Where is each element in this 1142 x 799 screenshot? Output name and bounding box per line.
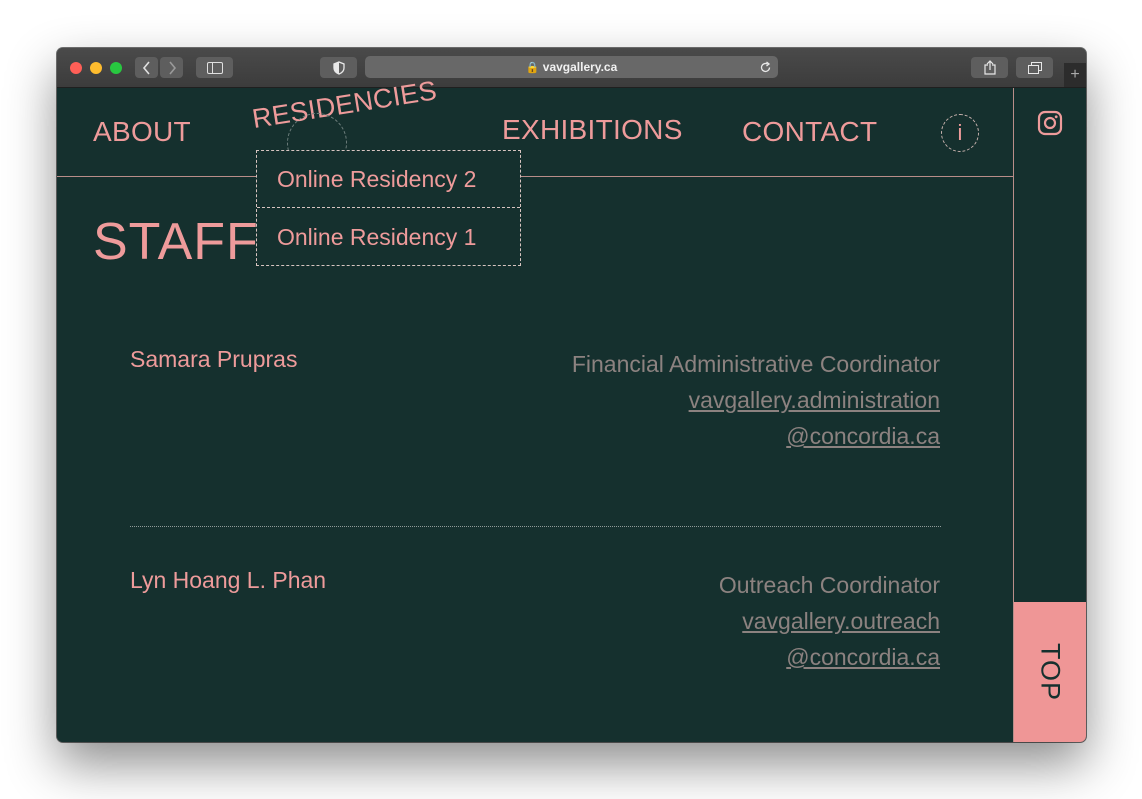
share-icon: [983, 60, 996, 75]
close-window-button[interactable]: [70, 62, 82, 74]
back-button[interactable]: [135, 57, 158, 78]
minimize-window-button[interactable]: [90, 62, 102, 74]
residencies-dropdown: Online Residency 2 Online Residency 1: [256, 150, 521, 266]
browser-titlebar: 🔒 vavgallery.ca +: [57, 48, 1086, 88]
privacy-shield-button[interactable]: [320, 57, 357, 78]
staff-row: Samara Prupras Financial Administrative …: [130, 346, 940, 449]
chevron-left-icon: [142, 61, 150, 75]
staff-email-link-domain[interactable]: @concordia.ca: [719, 639, 940, 675]
dropdown-divider: [257, 207, 520, 208]
staff-role: Financial Administrative Coordinator: [571, 351, 940, 377]
reload-icon[interactable]: [759, 61, 772, 74]
sidebar-toggle-button[interactable]: [196, 57, 233, 78]
new-tab-button[interactable]: +: [1064, 63, 1086, 87]
back-to-top-label: TOP: [1035, 642, 1066, 702]
instagram-icon[interactable]: [1037, 110, 1063, 136]
zoom-window-button[interactable]: [110, 62, 122, 74]
staff-details: Outreach Coordinator vavgallery.outreach…: [719, 567, 940, 675]
chevron-right-icon: [168, 61, 176, 75]
staff-email-link-domain[interactable]: @concordia.ca: [572, 418, 940, 454]
info-icon: i: [957, 120, 963, 145]
tabs-overview-button[interactable]: [1016, 57, 1053, 78]
address-bar[interactable]: 🔒 vavgallery.ca: [365, 56, 778, 78]
url-text: vavgallery.ca: [542, 60, 618, 74]
staff-divider: [130, 526, 941, 527]
staff-row: Lyn Hoang L. Phan Outreach Coordinator v…: [130, 567, 940, 670]
nav-exhibitions[interactable]: EXHIBITIONS: [502, 114, 683, 146]
page-content: ABOUT RESIDENCIES EXHIBITIONS CONTACT i …: [57, 75, 1086, 742]
dropdown-item-online-residency-2[interactable]: Online Residency 2: [257, 151, 520, 207]
staff-email-link[interactable]: vavgallery.outreach: [719, 603, 940, 639]
staff-details: Financial Administrative Coordinator vav…: [572, 346, 940, 454]
forward-button[interactable]: [160, 57, 183, 78]
browser-window: 🔒 vavgallery.ca + ABOUT RESIDENCIES EXHI…: [57, 48, 1086, 742]
staff-email-link[interactable]: vavgallery.administration: [572, 382, 940, 418]
tabs-icon: [1027, 62, 1042, 74]
nav-about[interactable]: ABOUT: [93, 116, 191, 148]
info-button[interactable]: i: [941, 114, 979, 152]
staff-name: Lyn Hoang L. Phan: [130, 567, 327, 593]
staff-role: Outreach Coordinator: [718, 572, 940, 598]
staff-name: Samara Prupras: [130, 346, 298, 372]
shield-icon: [332, 61, 345, 75]
plus-icon: +: [1070, 66, 1080, 83]
dropdown-item-online-residency-1[interactable]: Online Residency 1: [257, 209, 520, 265]
nav-contact[interactable]: CONTACT: [742, 116, 877, 148]
lock-icon: 🔒: [525, 62, 540, 74]
page-title: STAFF: [93, 213, 259, 271]
back-to-top-button[interactable]: TOP: [1014, 602, 1086, 742]
sidebar-icon: [206, 62, 223, 74]
share-button[interactable]: [971, 57, 1008, 78]
main-navigation: ABOUT RESIDENCIES EXHIBITIONS CONTACT i: [57, 75, 1013, 177]
